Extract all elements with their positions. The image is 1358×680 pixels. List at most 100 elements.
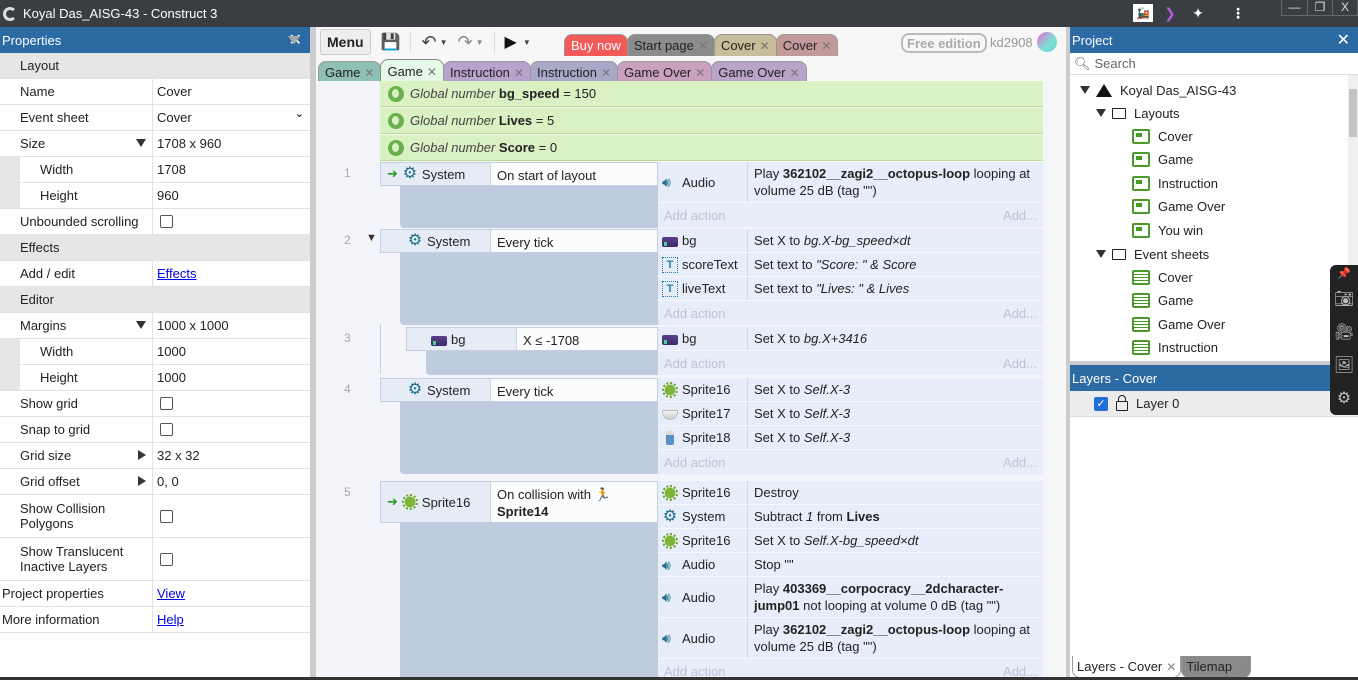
add-link[interactable]: Add... [1003,306,1037,321]
action-object[interactable]: 🔊︎ Audio [658,162,748,202]
action-description[interactable]: Set text to "Lives: " & Lives [748,277,1043,300]
property-value[interactable]: Cover [153,79,310,104]
preview-dropdown-icon[interactable]: ▼ [523,38,531,47]
undo-dropdown-icon[interactable]: ▼ [440,38,448,47]
action-object[interactable]: Sprite16 [658,481,748,504]
document-tab[interactable]: Game Over ✕ [617,61,713,83]
condition-object[interactable]: bg [407,328,517,350]
username[interactable]: kd2908 [990,35,1033,50]
event-condition[interactable]: ➜ Sprite16 On collision with 🏃 Sprite14 [380,481,658,523]
project-search[interactable]: 🔍︎ Search [1070,53,1358,75]
property-value[interactable]: 1000 x 1000 [153,313,310,338]
action-object[interactable]: Sprite16 [658,529,748,552]
add-action-link[interactable]: Add action [664,356,725,371]
preview-play-icon[interactable]: ▶ [505,32,517,52]
action-description[interactable]: Play 362102__zagi2__octopus-loop looping… [748,618,1043,658]
close-window-button[interactable]: X [1332,0,1357,15]
add-action-row[interactable]: Add action Add... [658,351,1043,375]
action-object[interactable]: TliveText [658,277,748,300]
layer-row[interactable]: ✓ Layer 0 [1070,391,1358,417]
add-link[interactable]: Add... [1003,356,1037,371]
save-icon[interactable]: 💾 [381,32,401,52]
expand-icon[interactable] [1080,86,1090,94]
action-row[interactable]: 🔊︎ Audio Stop "" [658,553,1043,577]
top-tab[interactable]: Start page ✕ [626,34,715,56]
condition-text[interactable]: Every tick [491,230,657,252]
property-value[interactable]: 1000 [153,365,310,390]
action-description[interactable]: Play 362102__zagi2__octopus-loop looping… [748,162,1043,202]
event-sheet-item[interactable]: Cover [1132,266,1193,288]
layer-visible-checkbox[interactable]: ✓ [1094,396,1108,411]
top-tab[interactable]: Cover ✕ [775,34,839,56]
tab-close-icon[interactable]: ✕ [789,66,799,80]
action-object[interactable]: ⚙ System [658,505,748,528]
property-value[interactable]: Cover ⌄ [153,105,310,130]
expand-right-icon[interactable] [138,450,146,460]
menu-button[interactable]: Menu [320,29,371,55]
action-description[interactable]: Set X to Self.X-3 [748,426,1043,449]
action-description[interactable]: Set text to "Score: " & Score [748,253,1043,276]
add-action-row[interactable]: Add action Add... [658,450,1043,474]
tab-close-icon[interactable]: ✕ [698,39,708,53]
action-row[interactable]: 🔊︎ Audio Play 403369__corpocracy__2dcharac… [658,577,1043,618]
event-condition[interactable]: ⚙ System Every tick [380,229,658,253]
condition-object[interactable]: ➜ Sprite16 [381,482,491,522]
property-value[interactable]: 0, 0 [153,469,310,494]
action-object[interactable]: 🔊︎ Audio [658,577,748,617]
layout-item[interactable]: Game Over [1132,196,1225,218]
property-value[interactable]: 1000 [153,339,310,364]
event-condition[interactable]: ⚙ System Every tick [380,378,658,402]
action-object[interactable]: bg [658,229,748,252]
action-object[interactable]: Sprite16 [658,378,748,401]
action-object[interactable]: 🔊︎ Audio [658,553,748,576]
expand-icon[interactable] [1096,109,1106,117]
action-row[interactable]: Sprite17 Set X to Self.X-3 [658,402,1043,426]
action-row[interactable]: bg Set X to bg.X-bg_speed×dt [658,229,1043,253]
tab-close-icon[interactable]: ✕ [601,66,611,80]
action-row[interactable]: Sprite16 Destroy [658,481,1043,505]
action-description[interactable]: Set X to Self.X-bg_speed×dt [748,529,1043,552]
condition-object[interactable]: ⚙ System [381,230,491,252]
extensions-puzzle-icon[interactable]: ✦ [1188,4,1208,22]
document-tab[interactable]: Game ✕ [380,59,444,83]
property-value[interactable] [153,495,310,537]
action-description[interactable]: Stop "" [748,553,1043,576]
property-value[interactable]: Effects [153,261,310,286]
document-tab[interactable]: Instruction ✕ [442,61,531,83]
tab-close-icon[interactable]: ✕ [821,39,831,53]
top-tab[interactable]: Buy now [564,34,628,56]
action-row[interactable]: TliveText Set text to "Lives: " & Lives [658,277,1043,301]
unlock-icon[interactable] [1116,394,1128,411]
condition-object[interactable]: ➜ ⚙ System [381,163,491,185]
property-value[interactable] [153,538,310,580]
property-value[interactable]: 1708 [153,157,310,182]
event-sheet-item[interactable]: Instruction [1132,337,1218,359]
extension-play-icon[interactable]: ❯ [1160,4,1180,22]
tab-close-icon[interactable]: ✕ [760,39,770,53]
event-sheet-item[interactable]: Game [1132,290,1193,312]
project-root[interactable]: Koyal Das_AISG-43 [1080,79,1236,101]
browser-menu-icon[interactable]: ⋮ [1228,4,1248,22]
property-checkbox[interactable] [160,397,173,410]
close-project-button[interactable]: ✕ [1337,30,1350,50]
condition-text[interactable]: Every tick [491,379,657,401]
property-value[interactable]: 1708 x 960 [153,131,310,156]
event-condition[interactable]: ➜ ⚙ System On start of layout [380,162,658,186]
tab-close-icon[interactable]: ✕ [1166,660,1176,674]
add-action-row[interactable]: Add action Add... [658,301,1043,325]
extension-train-icon[interactable]: 🚂 [1133,4,1153,22]
top-tab[interactable]: Cover ✕ [713,34,777,56]
action-row[interactable]: 🔊︎ Audio Play 362102__zagi2__octopus-loop … [658,618,1043,659]
condition-text[interactable]: X ≤ -1708 [517,328,657,350]
video-icon[interactable]: 🎥︎ [1330,316,1358,349]
event-sheet-item[interactable]: Game Over [1132,313,1225,335]
property-value[interactable]: 32 x 32 [153,443,310,468]
redo-icon[interactable]: ↷ [458,32,473,53]
property-value[interactable]: 960 [153,183,310,208]
add-link[interactable]: Add... [1003,455,1037,470]
property-value[interactable] [153,209,310,234]
action-description[interactable]: Set X to bg.X-bg_speed×dt [748,229,1043,252]
restore-button[interactable]: ❐ [1307,0,1332,15]
search-input[interactable]: Search [1095,56,1136,71]
action-row[interactable]: ⚙ System Subtract 1 from Lives [658,505,1043,529]
